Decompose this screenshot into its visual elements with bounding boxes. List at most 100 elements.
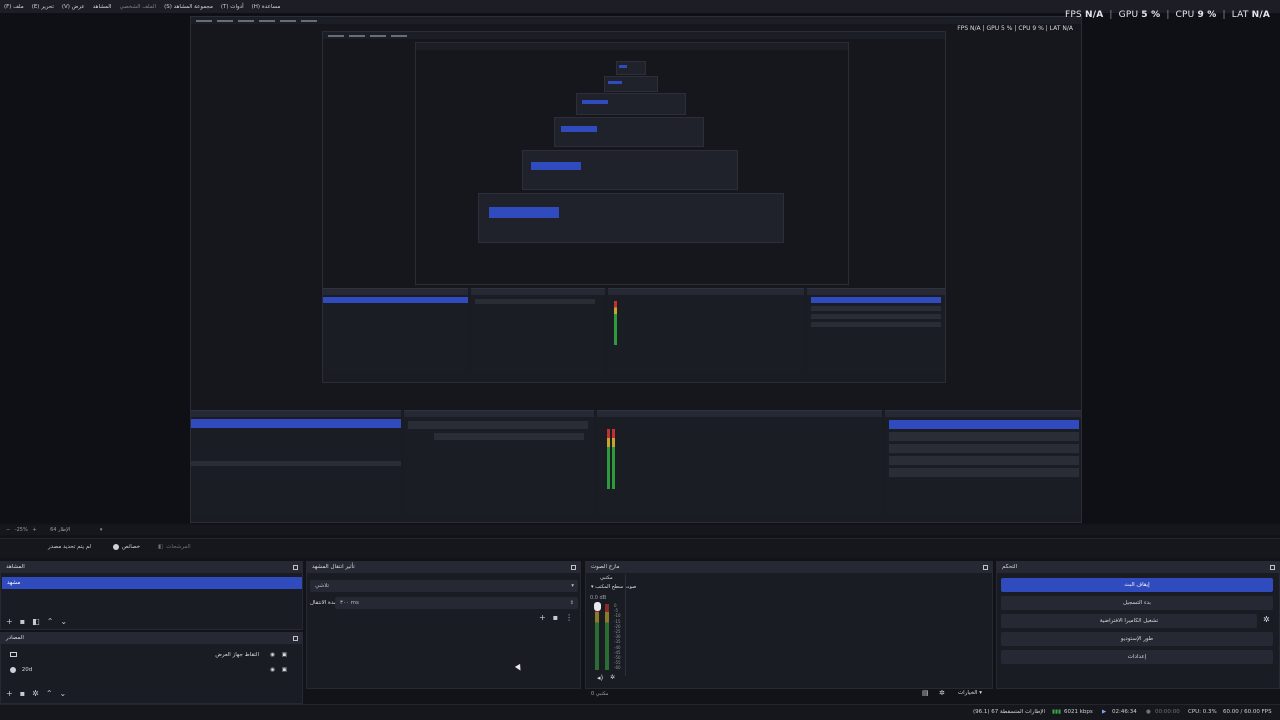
menu-file[interactable]: (F) ملف [4,4,24,10]
undock-icon[interactable] [983,565,988,570]
duration-label: مدة الانتقال [310,600,337,606]
lat-value: N/A [1251,10,1270,20]
trash-icon[interactable]: ▪ [20,689,25,698]
source-label: 20d [21,667,33,673]
audio-mixer-dock: مازج الصوت مكتبي ▾ صوت سطح المكتب 0.0 dB… [585,561,993,697]
dropped-frames: (96.1) 67 الإطارات المتسقطة [973,709,1046,715]
transitions-dock: تأثير انتقال المشهد تلاشي ▾ مدة الانتقال… [306,561,581,689]
cpu-usage: CPU: 0.3% [1188,709,1217,715]
chevron-up-icon[interactable]: ⌃ [46,689,53,698]
chevron-down-icon[interactable]: ▾ [100,527,103,533]
zoom-value: -25% [14,527,28,533]
chevron-up-icon[interactable]: ⌃ [47,617,54,626]
menu-help[interactable]: (H) مساعدة [252,4,281,10]
menu-docks[interactable]: المشاهد [93,4,112,10]
zoom-in-button[interactable]: + [32,527,36,533]
fps-label: FPS [1065,10,1082,20]
nested-preview-2 [322,31,946,383]
mixer-column [588,574,626,676]
source-label: التقاط جهاز العرض [215,652,259,658]
sources-title: المصادر [6,635,24,641]
eye-icon[interactable]: ◉ [270,664,275,676]
filter-icon[interactable]: ◧ [32,617,40,626]
fps-value: N/A [1085,10,1104,20]
spin-arrows-icon: ⇕ [569,600,574,606]
fps-readout: 60.00 / 60.00 FPS [1223,709,1272,715]
undock-icon[interactable] [1270,565,1275,570]
menu-view[interactable]: (V) عرض [62,4,85,10]
undock-icon[interactable] [293,636,298,641]
lock-icon[interactable]: ▣ [282,649,287,661]
sources-toolbar: + ▪ ✲ ⌃ ⌄ [6,689,66,698]
scene-item[interactable]: مشهد [2,577,302,589]
add-icon[interactable]: + [6,617,13,626]
preview-canvas[interactable]: FPS N/A | GPU 5 % | CPU 9 % | LAT N/A [0,13,1280,523]
bitrate: 6021 kbps [1064,709,1093,715]
undock-icon[interactable] [571,565,576,570]
gear-icon[interactable]: ✲ [939,689,945,697]
transition-select[interactable]: تلاشي ▾ [310,580,578,592]
audio-settings-menu[interactable]: الخيارات ▾ [958,690,982,696]
source-toolbar: لم يتم تحديد مصدر خصائص ◧ المرشحات [0,538,1280,558]
live-time: 02:46:34 [1112,709,1137,715]
nested-preview-1: FPS N/A | GPU 5 % | CPU 9 % | LAT N/A [190,16,1082,523]
menu-tools[interactable]: (T) أدوات [221,4,244,10]
controls-title: التحكم [1002,564,1018,570]
filters-button[interactable]: ◧ المرشحات [158,544,191,550]
monitor-icon [10,652,17,657]
duration-spinbox[interactable]: ٣٠٠ ms ⇕ [335,597,578,609]
no-source-label: لم يتم تحديد مصدر [48,544,92,550]
scenes-dock: المشاهد مشهد + ▪ ◧ ⌃ ⌄ [0,561,303,630]
mixer-layout-icon[interactable]: ▤ [922,689,929,697]
trash-icon[interactable]: ▪ [553,613,558,622]
eye-icon[interactable]: ◉ [270,649,275,661]
record-time: 00:00:00 [1155,709,1180,715]
zoom-label: الإطار 64 [50,527,71,533]
nested-stats: FPS N/A | GPU 5 % | CPU 9 % | LAT N/A [957,25,1073,32]
menu-scene-collection[interactable]: (S) مجموعة المشاهد [164,4,213,10]
stop-streaming-button[interactable]: إيقاف البث [1001,578,1273,592]
chevron-down-icon[interactable]: ⌄ [60,617,67,626]
gear-icon[interactable]: ✲ [1263,615,1270,624]
scenes-toolbar: + ▪ ◧ ⌃ ⌄ [6,617,67,626]
globe-icon [10,666,16,673]
lock-icon[interactable]: ▣ [282,664,287,676]
live-icon: ▶ [1102,709,1107,715]
transitions-toolbar: + ▪ ⋮ [539,613,573,622]
signal-icon: ▮▮▮ [1052,709,1062,715]
menu-edit[interactable]: (E) تحرير [32,4,54,10]
source-item[interactable]: التقاط جهاز العرض ◉ ▣ [5,649,295,661]
settings-button[interactable]: إعدادات [1001,650,1273,664]
add-icon[interactable]: + [539,613,546,622]
sources-dock: المصادر التقاط جهاز العرض ◉ ▣ 20d ◉ ▣ + … [0,632,303,704]
audio-footer: مكتبي 0 [591,691,609,697]
gpu-value: 5 % [1141,10,1161,20]
start-recording-button[interactable]: بدء التسجيل [1001,596,1273,610]
add-icon[interactable]: + [6,689,13,698]
more-icon[interactable]: ⋮ [565,613,573,622]
chevron-down-icon[interactable]: ⌄ [60,689,67,698]
virtual-camera-button[interactable]: تشغيل الكاميرا الافتراضية [1001,614,1257,628]
stats-separator: | [1222,10,1226,20]
gear-icon[interactable]: ✲ [32,689,39,698]
filter-icon: ◧ [158,544,164,550]
stats-separator: | [1166,10,1170,20]
performance-stats: FPS N/A | GPU 5 % | CPU 9 % | LAT N/A [1065,10,1270,20]
record-icon: ● [1146,709,1151,715]
cpu-label: CPU [1175,10,1195,20]
undock-icon[interactable] [293,565,298,570]
trash-icon[interactable]: ▪ [20,617,25,626]
cpu-value: 9 % [1197,10,1217,20]
stats-separator: | [1109,10,1113,20]
status-bar: (96.1) 67 الإطارات المتسقطة ▮▮▮ 6021 kbp… [0,704,1280,720]
zoom-bar: − -25% + الإطار 64 ▾ [0,525,1280,535]
zoom-out-button[interactable]: − [6,527,10,533]
properties-button[interactable]: خصائص [113,544,140,550]
studio-mode-button[interactable]: طور الإستوديو [1001,632,1273,646]
transitions-title: تأثير انتقال المشهد [312,564,355,570]
lat-label: LAT [1231,10,1249,20]
nested-preview-3 [415,42,849,285]
source-item[interactable]: 20d ◉ ▣ [5,664,295,676]
menu-profile[interactable]: الملف الشخصي [119,4,156,10]
scenes-title: المشاهد [6,564,25,570]
